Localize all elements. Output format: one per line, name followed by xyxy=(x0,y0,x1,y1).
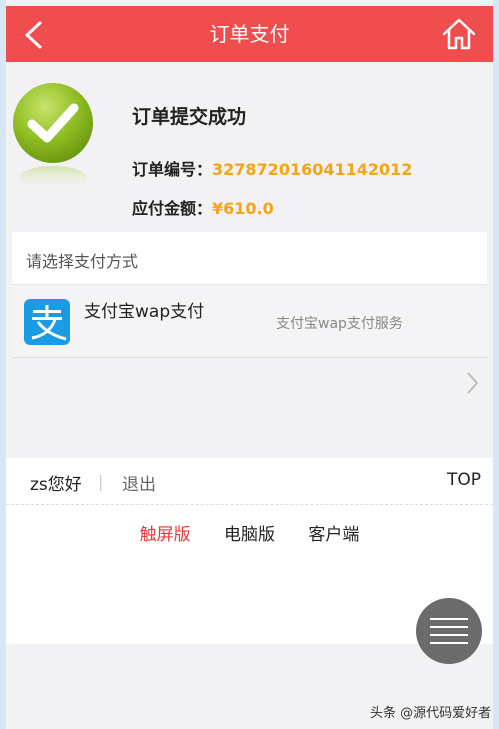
payment-option-desc: 支付宝wap支付服务 xyxy=(276,316,403,332)
order-number-row: 订单编号：327872016041142012 xyxy=(132,156,412,180)
version-client-link[interactable]: 客户端 xyxy=(308,525,359,545)
alipay-logo-icon xyxy=(24,299,70,345)
top-bar: 订单支付 xyxy=(6,6,493,62)
home-icon[interactable] xyxy=(441,17,477,51)
order-amount-label: 应付金额： xyxy=(132,199,213,218)
payment-option-alipay[interactable]: 支付宝wap支付 支付宝wap支付服务 xyxy=(12,284,487,358)
order-amount-value: ¥610.0 xyxy=(212,199,274,218)
chevron-right-icon[interactable] xyxy=(464,370,480,396)
menu-button[interactable] xyxy=(416,598,482,664)
success-check-icon xyxy=(13,83,93,190)
order-number-value: 327872016041142012 xyxy=(212,160,413,179)
payment-option-name: 支付宝wap支付 xyxy=(84,302,205,322)
payment-method-header: 请选择支付方式 xyxy=(12,232,487,284)
user-greeting: zs您好 xyxy=(30,475,82,495)
order-number-label: 订单编号： xyxy=(132,160,213,179)
order-success-title: 订单提交成功 xyxy=(132,106,247,128)
watermark-text: 头条 @源代码爱好者 xyxy=(370,706,492,721)
payment-method-prompt: 请选择支付方式 xyxy=(26,252,139,271)
order-amount-row: 应付金额：¥610.0 xyxy=(132,195,274,219)
version-touch-link[interactable]: 触屏版 xyxy=(140,525,191,545)
logout-link[interactable]: 退出 xyxy=(122,470,156,495)
version-desktop-link[interactable]: 电脑版 xyxy=(224,525,275,545)
user-bar: zs您好 | 退出 TOP xyxy=(6,458,493,505)
version-switcher: 触屏版 电脑版 客户端 xyxy=(6,520,493,545)
order-summary: 订单提交成功 订单编号：327872016041142012 应付金额：¥610… xyxy=(6,62,493,230)
back-to-top-link[interactable]: TOP xyxy=(447,470,481,490)
user-bar-separator: | xyxy=(98,472,104,491)
page-title: 订单支付 xyxy=(209,22,290,46)
